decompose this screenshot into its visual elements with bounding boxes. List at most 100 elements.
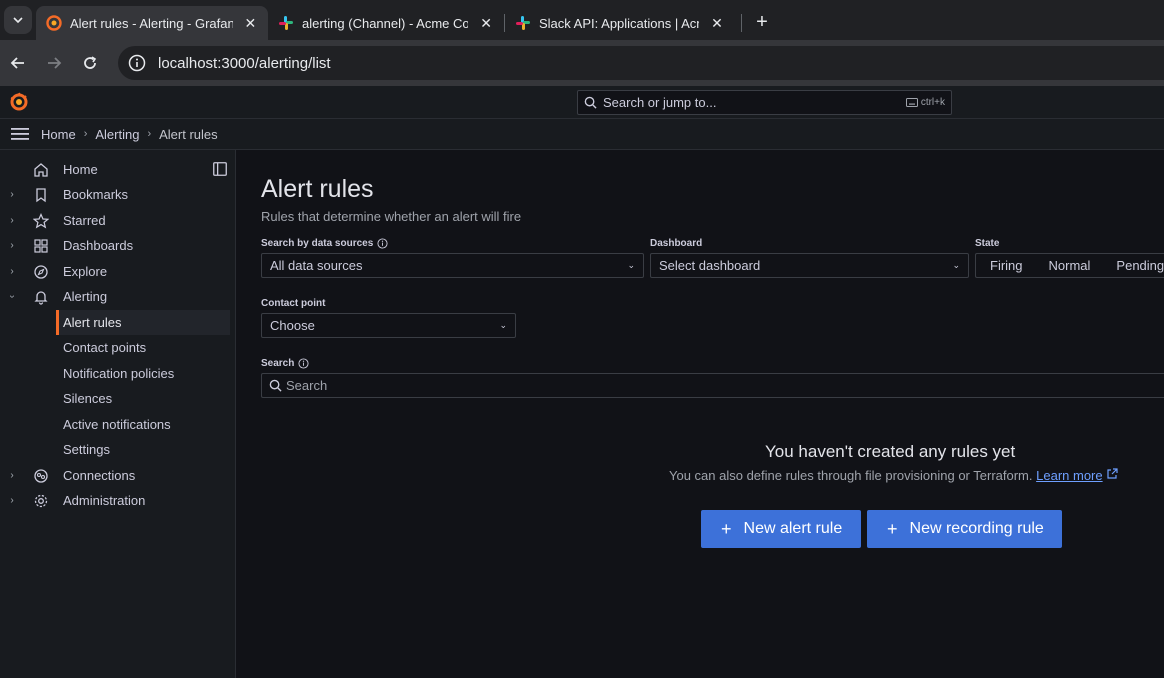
external-link-icon[interactable] — [1106, 468, 1118, 480]
chevron-right-icon[interactable]: › — [7, 470, 17, 481]
sidebar-item-home[interactable]: Home — [0, 157, 236, 182]
sidebar-subitem-alert-rules[interactable]: Alert rules — [56, 310, 230, 335]
button-label: New recording rule — [909, 520, 1044, 537]
browser-tab-grafana[interactable]: Alert rules - Alerting - Grafana ✕ — [36, 6, 268, 40]
grafana-logo-icon[interactable] — [9, 92, 29, 112]
url-text: localhost:3000/alerting/list — [158, 54, 331, 72]
reload-button[interactable] — [72, 45, 108, 81]
chevron-right-icon[interactable]: › — [7, 266, 17, 277]
bell-icon — [34, 290, 48, 305]
search-icon — [584, 96, 597, 109]
search-icon — [269, 379, 282, 392]
forward-button[interactable] — [36, 45, 72, 81]
chevron-down-icon: ⌄ — [952, 260, 960, 270]
sidebar-item-label: Home — [63, 162, 98, 177]
search-or-jump-input[interactable]: Search or jump to... ctrl+k — [577, 90, 952, 115]
sidebar-subitem-notification-policies[interactable]: Notification policies — [56, 361, 230, 386]
close-icon[interactable]: ✕ — [243, 15, 258, 32]
search-filter-label: Search — [261, 358, 309, 369]
sidebar-item-label: Bookmarks — [63, 187, 129, 202]
dashboard-filter-label: Dashboard — [650, 238, 702, 249]
chevron-down-icon[interactable]: › — [7, 292, 18, 302]
chevron-down-icon: ⌄ — [499, 320, 507, 330]
back-button[interactable] — [0, 45, 36, 81]
chevron-right-icon[interactable]: › — [7, 240, 17, 251]
grafana-top-bar: Search or jump to... ctrl+k — [0, 86, 1164, 119]
sidebar-subitem-active-notifications[interactable]: Active notifications — [56, 412, 230, 437]
sidebar-item-dashboards[interactable]: › Dashboards — [0, 233, 236, 258]
browser-tab-slack-api[interactable]: Slack API: Applications | Acme C ✕ — [505, 6, 741, 40]
info-icon[interactable] — [377, 238, 388, 249]
close-icon[interactable]: ✕ — [709, 15, 725, 32]
sidebar-subitem-silences[interactable]: Silences — [56, 386, 230, 411]
empty-state-description: You can also define rules through file p… — [669, 468, 1118, 483]
select-value: All data sources — [270, 258, 363, 273]
new-alert-rule-button[interactable]: + New alert rule — [701, 510, 861, 548]
slack-icon — [279, 16, 293, 30]
tab-title: Slack API: Applications | Acme C — [539, 15, 699, 31]
chevron-right-icon[interactable]: › — [7, 189, 17, 200]
empty-state-title: You haven't created any rules yet — [765, 442, 1016, 461]
sidebar-subitem-settings[interactable]: Settings — [56, 437, 230, 462]
site-info-icon[interactable] — [126, 52, 148, 74]
url-field[interactable]: localhost:3000/alerting/list — [118, 46, 1164, 80]
keyboard-icon — [905, 98, 918, 107]
arrow-left-icon — [10, 57, 24, 69]
page-subtitle: Rules that determine whether an alert wi… — [261, 209, 522, 224]
sidebar-item-administration[interactable]: › Administration — [0, 488, 236, 513]
search-placeholder: Search or jump to... — [603, 95, 717, 110]
breadcrumb-alerting[interactable]: Alerting — [95, 127, 139, 142]
sidebar-item-alerting[interactable]: › Alerting — [0, 284, 236, 309]
new-tab-button[interactable]: + — [748, 8, 776, 36]
sidebar-item-label: Dashboards — [63, 238, 134, 253]
gear-icon — [34, 494, 48, 507]
slack-icon — [516, 16, 530, 30]
browser-tab-slack-channel[interactable]: alerting (Channel) - Acme Co - S ✕ — [268, 6, 504, 40]
chevron-right-icon[interactable]: › — [7, 495, 17, 506]
sidebar-item-connections[interactable]: › Connections — [0, 463, 236, 488]
chevron-right-icon[interactable]: › — [7, 215, 17, 226]
contact-point-filter-label: Contact point — [261, 298, 325, 309]
plus-icon: + — [756, 10, 768, 33]
datasource-filter-label: Search by data sources — [261, 238, 388, 249]
sidebar: Home › Bookmarks › Starred › Dashboards … — [0, 150, 236, 678]
state-radio-group: Firing Normal Pending — [975, 253, 1164, 278]
state-option-firing[interactable]: Firing — [976, 258, 1035, 273]
learn-more-link[interactable]: Learn more — [1036, 468, 1102, 483]
dashboard-select[interactable]: Select dashboard ⌄ — [650, 253, 969, 278]
tab-search-button[interactable] — [4, 6, 32, 34]
chevron-down-icon — [13, 17, 23, 24]
label-text: Dashboard — [650, 238, 703, 249]
info-icon[interactable] — [298, 358, 309, 369]
grafana-icon — [46, 15, 62, 31]
bookmark-icon — [36, 187, 46, 202]
main-content: Alert rules Rules that determine whether… — [236, 150, 1164, 678]
sidebar-item-label: Explore — [63, 264, 108, 279]
shortcut-hint: ctrl+k — [905, 97, 945, 108]
state-option-normal[interactable]: Normal — [1035, 258, 1103, 273]
dashboards-icon — [34, 238, 48, 253]
contact-point-select[interactable]: Choose ⌄ — [261, 313, 516, 338]
sidebar-item-label: Alerting — [63, 289, 108, 304]
sidebar-item-starred[interactable]: › Starred — [0, 208, 236, 233]
menu-icon[interactable] — [11, 127, 29, 141]
breadcrumb-alert-rules: Alert rules — [159, 126, 218, 142]
page-title: Alert rules — [261, 175, 374, 203]
reload-icon — [84, 56, 97, 69]
sidebar-item-label: Connections — [63, 468, 136, 483]
sidebar-item-explore[interactable]: › Explore — [0, 259, 236, 284]
sidebar-subitem-contact-points[interactable]: Contact points — [56, 335, 230, 360]
connections-icon — [34, 468, 48, 483]
label-text: Search by data sources — [261, 238, 374, 249]
select-value: Choose — [270, 318, 315, 333]
close-icon[interactable]: ✕ — [478, 15, 494, 32]
label-text: Contact point — [261, 298, 326, 309]
sidebar-item-label: Starred — [63, 213, 106, 228]
sidebar-item-bookmarks[interactable]: › Bookmarks — [0, 182, 236, 207]
rules-search-input[interactable]: Search — [261, 373, 1164, 398]
star-icon — [33, 212, 49, 228]
breadcrumb-home[interactable]: Home — [41, 127, 76, 142]
datasource-select[interactable]: All data sources ⌄ — [261, 253, 644, 278]
new-recording-rule-button[interactable]: + New recording rule — [867, 510, 1062, 548]
state-option-pending[interactable]: Pending — [1102, 258, 1164, 273]
